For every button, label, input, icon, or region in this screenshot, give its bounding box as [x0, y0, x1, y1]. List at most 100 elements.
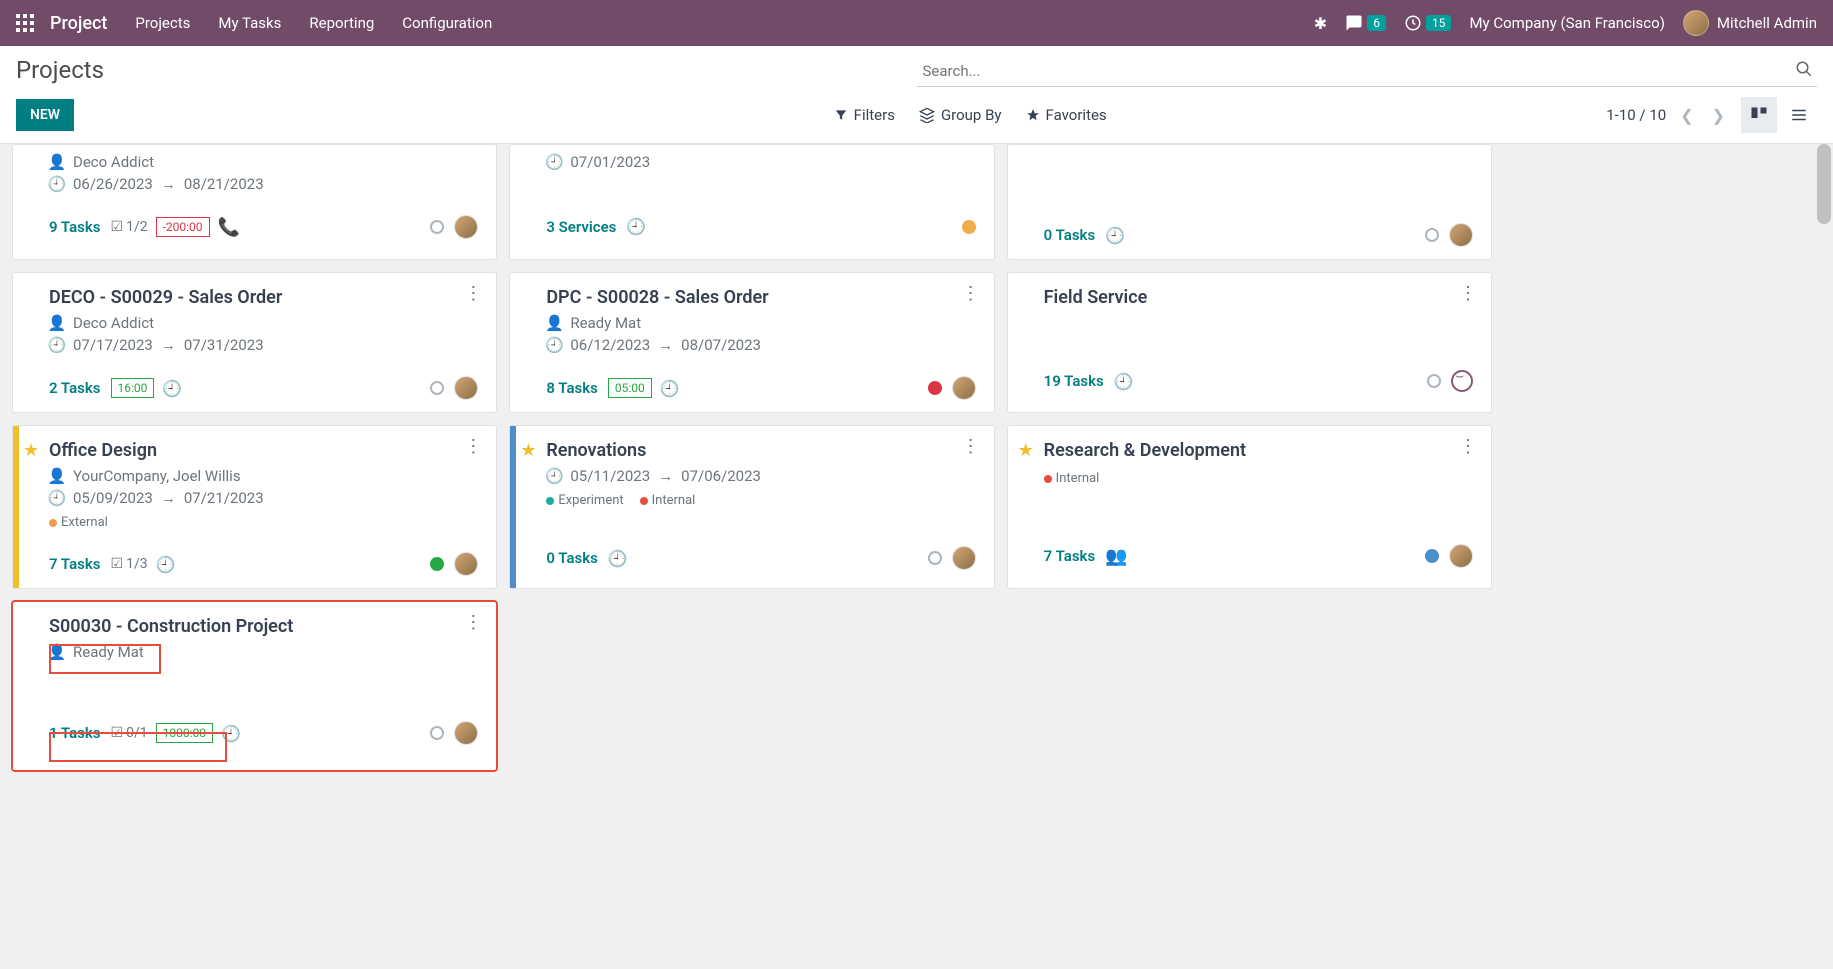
state-indicator[interactable]	[962, 220, 976, 234]
star-icon[interactable]: ★	[520, 440, 536, 461]
state-indicator[interactable]	[1427, 374, 1441, 388]
state-indicator[interactable]	[430, 726, 444, 740]
kebab-icon[interactable]: ⋮	[464, 438, 482, 456]
project-card[interactable]: 0 Tasks 🕘	[1007, 144, 1492, 260]
tasks-link[interactable]: 0 Tasks	[1044, 226, 1096, 244]
avatar-icon[interactable]	[1449, 223, 1473, 247]
avatar-icon[interactable]	[1449, 544, 1473, 568]
app-brand[interactable]: Project	[50, 13, 107, 34]
phone-icon[interactable]: 📞	[218, 217, 240, 238]
search-input[interactable]	[917, 56, 1818, 87]
search-wrap	[917, 56, 1818, 87]
kanban-area: 👤Deco Addict 🕘06/26/2023 → 08/21/2023 9 …	[0, 144, 1833, 969]
kanban-view-button[interactable]	[1741, 97, 1777, 133]
clock-icon[interactable]: 🕘	[660, 379, 680, 398]
clock-icon[interactable]: 🕘	[162, 379, 182, 398]
kebab-icon[interactable]: ⋮	[464, 614, 482, 632]
tag: Internal	[1044, 471, 1100, 486]
avatar-icon[interactable]	[952, 376, 976, 400]
state-indicator[interactable]	[430, 557, 444, 571]
avatar-icon[interactable]	[454, 721, 478, 745]
project-card[interactable]: ★ ⋮ Renovations 🕘05/11/2023 → 07/06/2023…	[509, 425, 994, 589]
project-card[interactable]: 🕘07/01/2023 3 Services 🕘	[509, 144, 994, 260]
partner-name: Ready Mat	[73, 643, 144, 661]
person-icon: 👤	[49, 467, 65, 485]
project-title: Research & Development	[1044, 440, 1473, 461]
clock-icon[interactable]: 🕘	[156, 555, 176, 574]
partner-name: Deco Addict	[73, 314, 154, 332]
tasks-link[interactable]: 1 Tasks	[49, 724, 101, 742]
smiley-icon[interactable]	[1451, 370, 1473, 392]
kebab-icon[interactable]: ⋮	[1459, 285, 1477, 303]
clock-icon[interactable]: 🕘	[1114, 372, 1134, 391]
state-indicator[interactable]	[928, 551, 942, 565]
pager-next-icon[interactable]: ❯	[1708, 102, 1729, 129]
arrow-icon: →	[161, 175, 176, 193]
start-date: 06/12/2023	[570, 336, 650, 354]
clock-icon[interactable]: 🕘	[1105, 226, 1125, 245]
project-card[interactable]: 👤Deco Addict 🕘06/26/2023 → 08/21/2023 9 …	[12, 144, 497, 260]
project-title: Renovations	[546, 440, 975, 461]
person-icon: 👤	[49, 314, 65, 332]
bug-icon[interactable]: ✱	[1314, 14, 1327, 33]
state-indicator[interactable]	[430, 220, 444, 234]
avatar-icon[interactable]	[952, 546, 976, 570]
tasks-link[interactable]: 7 Tasks	[49, 555, 101, 573]
avatar-icon[interactable]	[454, 552, 478, 576]
kebab-icon[interactable]: ⋮	[1459, 438, 1477, 456]
nav-projects[interactable]: Projects	[135, 14, 190, 32]
apps-icon[interactable]	[16, 14, 34, 32]
project-card-highlighted[interactable]: ⋮ S00030 - Construction Project 👤Ready M…	[12, 601, 497, 771]
tasks-link[interactable]: 9 Tasks	[49, 218, 101, 236]
scrollbar[interactable]	[1817, 144, 1831, 224]
project-card[interactable]: ⋮ DPC - S00028 - Sales Order 👤Ready Mat …	[509, 272, 994, 413]
start-date: 05/11/2023	[570, 467, 650, 485]
user-avatar-icon	[1683, 10, 1709, 36]
tasks-link[interactable]: 3 Services	[546, 218, 616, 236]
tasks-link[interactable]: 0 Tasks	[546, 549, 598, 567]
list-view-button[interactable]	[1781, 97, 1817, 133]
avatar-icon[interactable]	[454, 376, 478, 400]
groupby-button[interactable]: Group By	[919, 106, 1002, 124]
project-card[interactable]: ⋮ DECO - S00029 - Sales Order 👤Deco Addi…	[12, 272, 497, 413]
activity-icon[interactable]: 15	[1404, 14, 1452, 32]
favorites-button[interactable]: Favorites	[1026, 106, 1107, 124]
messaging-icon[interactable]: 6	[1345, 14, 1386, 32]
project-card[interactable]: ⋮ Field Service 19 Tasks 🕘	[1007, 272, 1492, 413]
pager-value[interactable]: 1-10 / 10	[1606, 106, 1666, 124]
new-button[interactable]: NEW	[16, 99, 74, 131]
people-icon[interactable]: 👥	[1105, 546, 1127, 567]
project-card[interactable]: ★ ⋮ Office Design 👤YourCompany, Joel Wil…	[12, 425, 497, 589]
state-indicator[interactable]	[1425, 549, 1439, 563]
nav-configuration[interactable]: Configuration	[402, 14, 492, 32]
tasks-link[interactable]: 7 Tasks	[1044, 547, 1096, 565]
star-icon[interactable]: ★	[23, 440, 39, 461]
clock-icon[interactable]: 🕘	[626, 217, 646, 236]
clock-icon[interactable]: 🕘	[608, 549, 628, 568]
star-icon[interactable]: ★	[1018, 440, 1034, 461]
search-icon[interactable]	[1795, 60, 1813, 82]
tasks-link[interactable]: 8 Tasks	[546, 379, 598, 397]
state-indicator[interactable]	[928, 381, 942, 395]
tasks-link[interactable]: 19 Tasks	[1044, 372, 1104, 390]
arrow-icon: →	[161, 489, 176, 507]
clock-icon[interactable]: 🕘	[221, 724, 241, 743]
kebab-icon[interactable]: ⋮	[464, 285, 482, 303]
view-switcher	[1741, 97, 1817, 133]
state-indicator[interactable]	[1425, 228, 1439, 242]
kebab-icon[interactable]: ⋮	[962, 285, 980, 303]
filters-button[interactable]: Filters	[834, 106, 895, 124]
project-card[interactable]: ★ ⋮ Research & Development Internal 7 Ta…	[1007, 425, 1492, 589]
avatar-icon[interactable]	[454, 215, 478, 239]
nav-reporting[interactable]: Reporting	[309, 14, 374, 32]
tasks-link[interactable]: 2 Tasks	[49, 379, 101, 397]
pager-prev-icon[interactable]: ❮	[1676, 102, 1697, 129]
state-indicator[interactable]	[430, 381, 444, 395]
nav-my-tasks[interactable]: My Tasks	[218, 14, 281, 32]
page-title: Projects	[16, 56, 104, 84]
user-menu[interactable]: Mitchell Admin	[1683, 10, 1817, 36]
kebab-icon[interactable]: ⋮	[962, 438, 980, 456]
project-title: DPC - S00028 - Sales Order	[546, 287, 975, 308]
company-selector[interactable]: My Company (San Francisco)	[1469, 14, 1664, 32]
favorites-label: Favorites	[1046, 106, 1107, 124]
